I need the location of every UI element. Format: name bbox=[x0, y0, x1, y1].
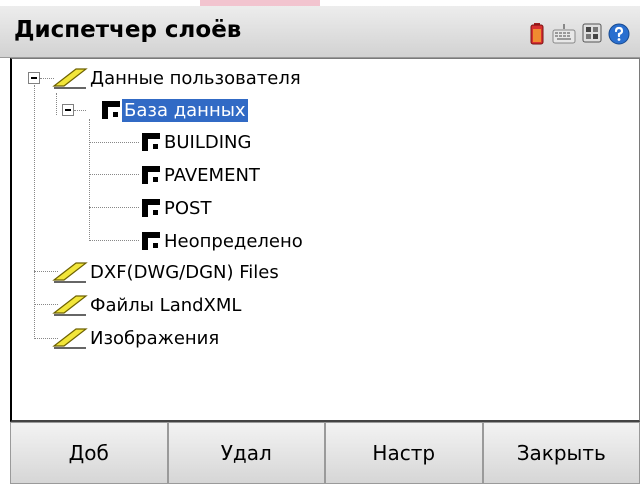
help-icon[interactable] bbox=[608, 23, 630, 45]
settings-button[interactable]: Настр bbox=[325, 422, 483, 484]
tree-item-label: DXF(DWG/DGN) Files bbox=[90, 261, 279, 283]
tree-connector-line bbox=[34, 85, 35, 339]
tree-connector-line bbox=[89, 142, 139, 143]
bottom-toolbar: Доб Удал Настр Закрыть bbox=[10, 422, 640, 484]
tree-item-label: POST bbox=[164, 197, 212, 219]
tree-item-label: Изображения bbox=[90, 327, 220, 349]
collapse-database-toggle[interactable] bbox=[62, 104, 74, 116]
tree-item-database[interactable]: База данных bbox=[100, 97, 248, 123]
tree-connector-line bbox=[89, 240, 139, 241]
tree-item-label: Файлы LandXML bbox=[90, 294, 242, 316]
tree-item-layer[interactable]: Неопределено bbox=[140, 228, 305, 254]
keyboard-icon[interactable] bbox=[552, 23, 576, 45]
tree-item-layer[interactable]: PAVEMENT bbox=[140, 162, 262, 188]
tree-connector-line bbox=[89, 174, 139, 175]
layer-icon bbox=[100, 99, 122, 121]
tree-item-layer[interactable]: POST bbox=[140, 195, 213, 221]
title-bar: Диспетчер слоёв bbox=[0, 6, 640, 58]
layer-icon bbox=[140, 164, 162, 186]
tree-connector-line bbox=[89, 119, 90, 241]
layer-folder-icon bbox=[52, 66, 88, 90]
window-title: Диспетчер слоёв bbox=[14, 17, 242, 43]
tree-item-label: PAVEMENT bbox=[164, 164, 260, 186]
layer-folder-icon bbox=[52, 293, 88, 317]
tree-item-dxf-files[interactable]: DXF(DWG/DGN) Files bbox=[52, 259, 281, 285]
tree-item-label: База данных bbox=[122, 98, 248, 122]
tree-item-user-data[interactable]: Данные пользователя bbox=[52, 65, 303, 91]
tree-item-label: BUILDING bbox=[164, 131, 252, 153]
layer-icon bbox=[140, 230, 162, 252]
tree-item-label: Неопределено bbox=[164, 230, 303, 252]
layer-icon bbox=[140, 197, 162, 219]
collapse-root-toggle[interactable] bbox=[28, 72, 40, 84]
settings-icon[interactable] bbox=[582, 23, 602, 43]
delete-button[interactable]: Удал bbox=[167, 422, 325, 484]
tree-item-landxml-files[interactable]: Файлы LandXML bbox=[52, 292, 243, 318]
tree-connector-line bbox=[74, 110, 86, 111]
tree-item-layer[interactable]: BUILDING bbox=[140, 129, 253, 155]
tree-item-label: Данные пользователя bbox=[90, 67, 301, 89]
tree-connector-line bbox=[89, 207, 139, 208]
layer-tree[interactable]: Данные пользователя База данных BUILDING… bbox=[10, 58, 640, 422]
layer-folder-icon bbox=[52, 260, 88, 284]
tree-connector-line bbox=[56, 93, 57, 115]
layer-folder-icon bbox=[52, 326, 88, 350]
tree-item-images[interactable]: Изображения bbox=[52, 325, 221, 351]
close-button[interactable]: Закрыть bbox=[482, 422, 640, 484]
add-button[interactable]: Доб bbox=[10, 422, 168, 484]
battery-icon[interactable] bbox=[530, 23, 544, 45]
layer-icon bbox=[140, 131, 162, 153]
